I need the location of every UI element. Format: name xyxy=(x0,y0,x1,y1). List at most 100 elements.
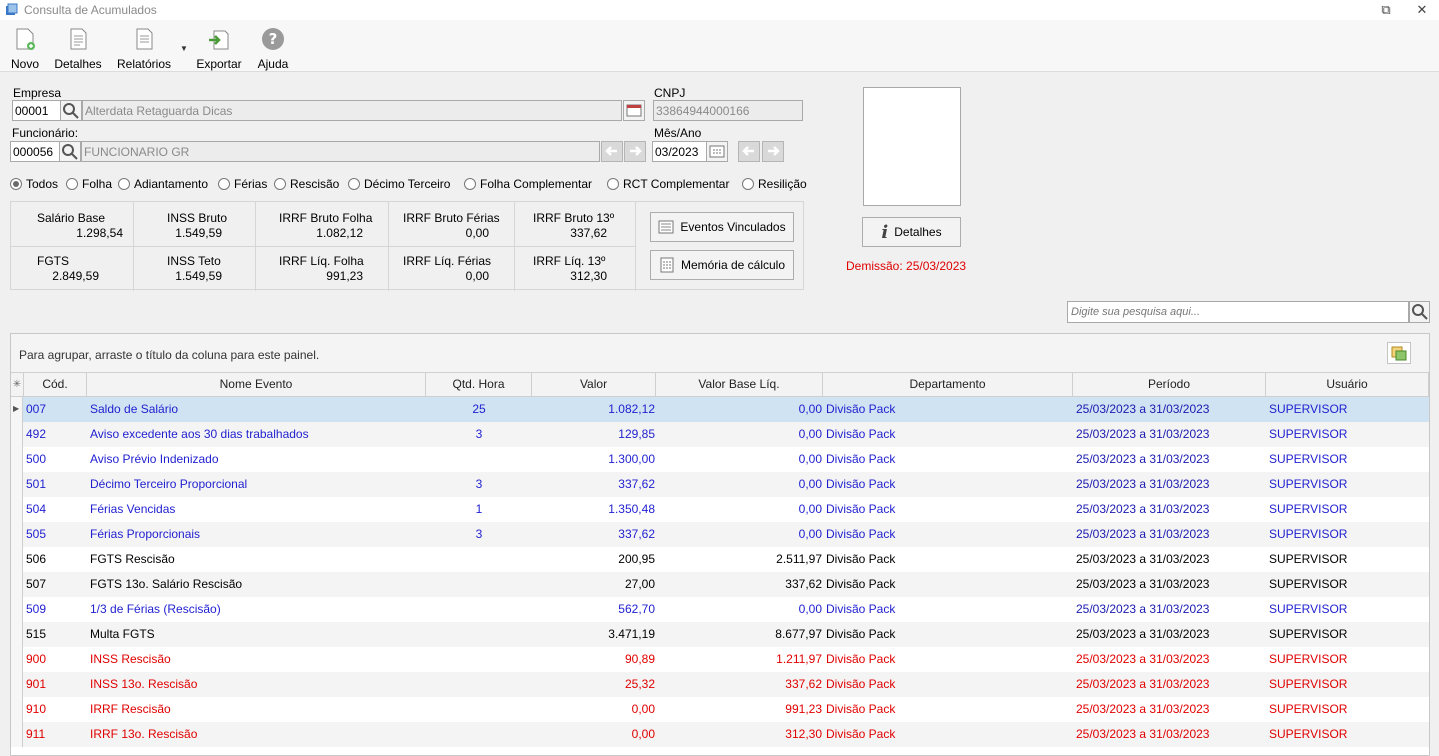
row-indicator[interactable] xyxy=(11,572,23,597)
mesano-prev-button[interactable] xyxy=(738,141,760,162)
detalhes-button[interactable]: i Detalhes xyxy=(862,217,961,247)
mesano-calendar-button[interactable] xyxy=(706,141,728,162)
empresa-search-button[interactable] xyxy=(60,100,82,121)
cell-periodo: 25/03/2023 a 31/03/2023 xyxy=(1076,527,1210,541)
funcionario-prev-button[interactable] xyxy=(601,141,623,162)
cell-cod: 507 xyxy=(26,577,47,591)
cell-nome: Décimo Terceiro Proporcional xyxy=(90,477,248,491)
cell-cod: 500 xyxy=(26,452,47,466)
group-panel[interactable]: Para agrupar, arraste o título da coluna… xyxy=(11,334,1429,372)
filter-rescisao[interactable]: Rescisão xyxy=(274,177,339,191)
column-header[interactable]: Qtd. Hora xyxy=(426,373,532,397)
column-header[interactable]: Cód. xyxy=(24,373,87,397)
relatorios-button[interactable]: Relatórios ▼ xyxy=(114,26,188,71)
empresa-label: Empresa xyxy=(13,86,62,100)
detalhes-toolbar-button[interactable]: Detalhes xyxy=(54,26,102,71)
table-row[interactable]: 509 1/3 de Férias (Rescisão) 562,70 0,00 Div… xyxy=(11,597,1429,622)
funcionario-code-input[interactable]: 000056 xyxy=(10,141,60,162)
filter-rct-complementar[interactable]: RCT Complementar xyxy=(607,177,729,191)
calculator-icon xyxy=(660,257,674,273)
row-indicator[interactable] xyxy=(11,697,23,722)
cell-depto: Divisão Pack xyxy=(826,427,896,441)
column-header[interactable]: Valor Base Líq. xyxy=(656,373,823,397)
table-row[interactable]: 901 INSS 13o. Rescisão 25,32 337,62 Divisão … xyxy=(11,672,1429,697)
table-row[interactable]: 492 Aviso excedente aos 30 dias trabalhad… xyxy=(11,422,1429,447)
help-icon: ? xyxy=(262,28,284,50)
row-indicator[interactable] xyxy=(11,447,23,472)
report-icon xyxy=(136,28,153,50)
column-header[interactable]: Valor xyxy=(532,373,656,397)
table-row[interactable]: 500 Aviso Prévio Indenizado 1.300,00 0,00 Di… xyxy=(11,447,1429,472)
filter-decimo-terceiro[interactable]: Décimo Terceiro xyxy=(348,177,450,191)
summary-value: 2.849,59 xyxy=(52,269,99,283)
table-row[interactable]: 505 Férias Proporcionais 3 337,62 0,00 Divisã… xyxy=(11,522,1429,547)
mesano-next-button[interactable] xyxy=(762,141,784,162)
cell-cod: 504 xyxy=(26,502,47,516)
row-indicator[interactable] xyxy=(11,522,23,547)
novo-button[interactable]: Novo xyxy=(8,26,42,71)
app-icon xyxy=(6,3,18,15)
row-indicator[interactable] xyxy=(11,422,23,447)
table-row[interactable]: ▶ 007 Saldo de Salário 25 1.082,12 0,00 Divisã… xyxy=(11,397,1429,422)
memoria-calculo-button[interactable]: Memória de cálculo xyxy=(650,250,794,280)
cell-valor: 337,62 xyxy=(618,527,655,541)
search-button[interactable] xyxy=(1409,301,1430,323)
filter-adiantamento[interactable]: Adiantamento xyxy=(118,177,208,191)
cell-qtd xyxy=(426,647,532,672)
filter-ferias[interactable]: Férias xyxy=(218,177,267,191)
eventos-vinculados-button[interactable]: Eventos Vinculados xyxy=(650,212,794,242)
cell-base: 337,62 xyxy=(785,577,822,591)
cell-nome: INSS Rescisão xyxy=(90,652,171,666)
table-row[interactable]: 504 Férias Vencidas 1 1.350,48 0,00 Divisão P… xyxy=(11,497,1429,522)
table-row[interactable]: 911 IRRF 13o. Rescisão 0,00 312,30 Divisão P… xyxy=(11,722,1429,747)
row-indicator[interactable] xyxy=(11,472,23,497)
row-indicator[interactable] xyxy=(11,497,23,522)
table-row[interactable]: 515 Multa FGTS 3.471,19 8.677,97 Divisão Pac… xyxy=(11,622,1429,647)
cell-nome: IRRF Rescisão xyxy=(90,702,171,716)
row-indicator[interactable] xyxy=(11,547,23,572)
row-indicator-header[interactable]: ✳ xyxy=(11,373,24,397)
cell-usuario: SUPERVISOR xyxy=(1269,702,1348,716)
row-indicator[interactable] xyxy=(11,722,23,747)
table-row[interactable]: 900 INSS Rescisão 90,89 1.211,97 Divisão Pac… xyxy=(11,647,1429,672)
cell-periodo: 25/03/2023 a 31/03/2023 xyxy=(1076,402,1210,416)
cell-valor: 1.300,00 xyxy=(608,452,655,466)
table-row[interactable]: 910 IRRF Rescisão 0,00 991,23 Divisão Pack 25… xyxy=(11,697,1429,722)
column-header[interactable]: Nome Evento xyxy=(87,373,426,397)
table-row[interactable]: 501 Décimo Terceiro Proporcional 3 337,62 0,… xyxy=(11,472,1429,497)
row-indicator[interactable] xyxy=(11,647,23,672)
row-indicator[interactable] xyxy=(11,672,23,697)
exportar-button[interactable]: Exportar xyxy=(196,26,242,71)
cell-nome: IRRF 13o. Rescisão xyxy=(90,727,198,741)
cell-cod: 505 xyxy=(26,527,47,541)
cell-nome: Saldo de Salário xyxy=(90,402,179,416)
empresa-code-input[interactable]: 00001 xyxy=(12,100,61,121)
column-header[interactable]: Usuário xyxy=(1266,373,1429,397)
column-header[interactable]: Departamento xyxy=(823,373,1073,397)
column-header[interactable]: Período xyxy=(1073,373,1266,397)
table-row[interactable]: 507 FGTS 13o. Salário Rescisão 27,00 337,62… xyxy=(11,572,1429,597)
cell-cod: 501 xyxy=(26,477,47,491)
close-icon[interactable]: ✕ xyxy=(1414,2,1430,18)
cell-cod: 515 xyxy=(26,627,47,641)
filter-resilicao[interactable]: Resilição xyxy=(742,177,807,191)
group-options-button[interactable] xyxy=(1387,342,1411,364)
funcionario-next-button[interactable] xyxy=(624,141,646,162)
current-row-indicator[interactable]: ▶ xyxy=(11,397,23,422)
filter-folha-complementar[interactable]: Folha Complementar xyxy=(464,177,592,191)
search-input[interactable]: Digite sua pesquisa aqui... xyxy=(1067,301,1409,323)
table-row[interactable]: 506 FGTS Rescisão 200,95 2.511,97 Divisão Pa… xyxy=(11,547,1429,572)
funcionario-search-button[interactable] xyxy=(59,141,81,162)
mesano-input[interactable]: 03/2023 xyxy=(652,141,707,162)
filter-todos[interactable]: Todos xyxy=(10,177,58,191)
cell-valor: 27,00 xyxy=(624,577,655,591)
cell-base: 0,00 xyxy=(798,427,822,441)
cell-base: 0,00 xyxy=(798,602,822,616)
row-indicator[interactable] xyxy=(11,622,23,647)
dropdown-arrow-icon[interactable]: ▼ xyxy=(180,44,188,53)
empresa-calendar-button[interactable] xyxy=(623,100,645,121)
row-indicator[interactable] xyxy=(11,597,23,622)
filter-folha[interactable]: Folha xyxy=(66,177,112,191)
restore-icon[interactable]: ⧉ xyxy=(1378,2,1394,18)
ajuda-button[interactable]: ? Ajuda xyxy=(256,26,290,71)
